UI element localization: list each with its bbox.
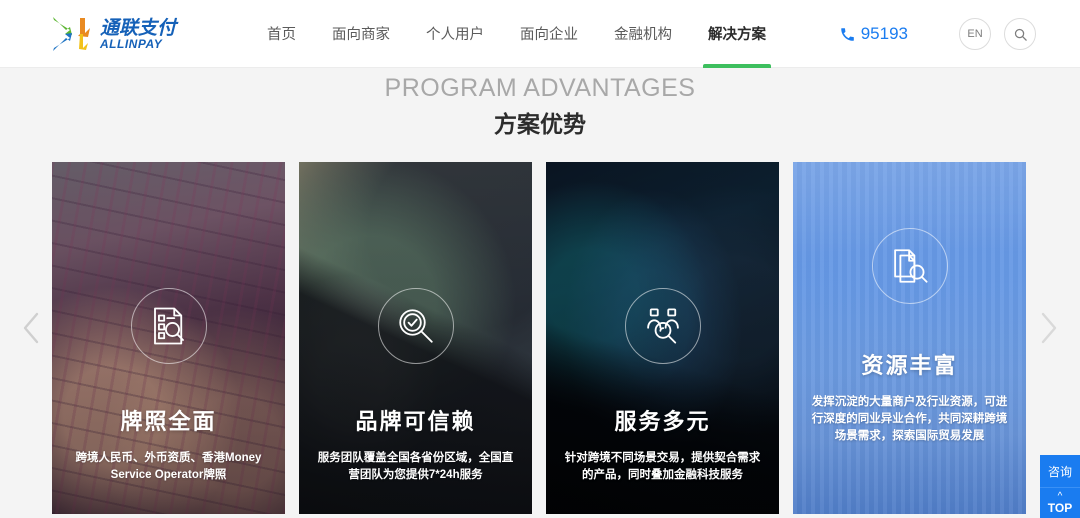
advantage-card-resources[interactable]: 资源丰富 发挥沉淀的大量商户及行业资源，可进行深度的同业异业合作，共同深耕跨境场… [793, 162, 1026, 514]
card-title: 服务多元 [614, 409, 711, 434]
card-title: 资源丰富 [861, 353, 958, 378]
nav-item-enterprise[interactable]: 面向企业 [520, 0, 578, 68]
nav-item-solutions[interactable]: 解决方案 [708, 0, 766, 68]
page-root: 通联支付 ALLINPAY 首页 面向商家 个人用户 面向企业 金融机构 解决方… [0, 0, 1080, 518]
card-description: 发挥沉淀的大量商户及行业资源，可进行深度的同业异业合作，共同深耕跨境场景需求，探… [811, 396, 1008, 442]
back-to-top-button[interactable]: ^ TOP [1040, 488, 1080, 518]
document-search-icon [153, 307, 184, 345]
card-description: 针对跨境不同场景交易，提供契合需求的产品，同时叠加金融科技服务 [564, 452, 761, 481]
card-description: 服务团队覆盖全国各省份区域，全国直营团队为您提供7*24h服务 [317, 452, 514, 481]
chevron-up-icon: ^ [1057, 490, 1063, 502]
card-description: 跨境人民币、外币资质、香港Money Service Operator牌照 [75, 452, 262, 481]
advantage-card-list: 牌照全面 跨境人民币、外币资质、香港Money Service Operator… [52, 162, 1028, 514]
advantage-card-service[interactable]: 服务多元 针对跨境不同场景交易，提供契合需求的产品，同时叠加金融科技服务 [546, 162, 779, 514]
header-actions: 95193 EN [840, 0, 1036, 68]
carousel-prev-button[interactable] [12, 308, 52, 348]
files-search-icon [893, 249, 928, 283]
section-title-english: PROGRAM ADVANTAGES [384, 74, 696, 102]
card-title: 品牌可信赖 [355, 409, 476, 434]
site-header: 通联支付 ALLINPAY 首页 面向商家 个人用户 面向企业 金融机构 解决方… [0, 0, 1080, 68]
section-title-chinese: 方案优势 [494, 111, 586, 137]
language-button[interactable]: EN [959, 18, 991, 50]
magnifier-check-icon [398, 309, 433, 343]
language-label: EN [967, 28, 983, 40]
site-logo[interactable]: 通联支付 ALLINPAY [50, 12, 182, 56]
section-heading: PROGRAM ADVANTAGES 方案优势 [0, 72, 1080, 141]
hotline-number: 95193 [860, 24, 908, 43]
icon-ring [377, 288, 454, 364]
advantage-card-brand[interactable]: 品牌可信赖 服务团队覆盖全国各省份区域，全国直营团队为您提供7*24h服务 [299, 162, 532, 514]
floating-side-widget: 咨询 ^ TOP [1040, 455, 1080, 518]
carousel-next-button[interactable] [1028, 308, 1068, 348]
icon-ring [871, 228, 948, 304]
people-search-icon [646, 308, 679, 344]
advantage-card-license[interactable]: 牌照全面 跨境人民币、外币资质、香港Money Service Operator… [52, 162, 285, 514]
icon-ring [624, 288, 701, 364]
phone-icon [840, 27, 855, 42]
nav-item-personal[interactable]: 个人用户 [426, 0, 484, 68]
nav-item-merchants[interactable]: 面向商家 [332, 0, 390, 68]
card-title: 牌照全面 [120, 409, 217, 434]
search-icon [1014, 28, 1027, 41]
consult-button[interactable]: 咨询 [1040, 455, 1080, 488]
svg-text:ALLINPAY: ALLINPAY [99, 37, 163, 51]
svg-text:通联支付: 通联支付 [100, 17, 179, 39]
chevron-right-icon [1041, 312, 1057, 344]
nav-item-financial[interactable]: 金融机构 [614, 0, 672, 68]
hotline-link[interactable]: 95193 [840, 24, 908, 44]
chevron-left-icon [23, 312, 39, 344]
allinpay-logo-icon: 通联支付 ALLINPAY [53, 16, 179, 51]
consult-label: 咨询 [1047, 464, 1072, 479]
main-navigation: 首页 面向商家 个人用户 面向企业 金融机构 解决方案 [267, 0, 802, 68]
search-button[interactable] [1004, 18, 1036, 50]
nav-item-home[interactable]: 首页 [267, 0, 296, 68]
back-to-top-label: TOP [1047, 500, 1073, 515]
icon-ring [130, 288, 207, 364]
